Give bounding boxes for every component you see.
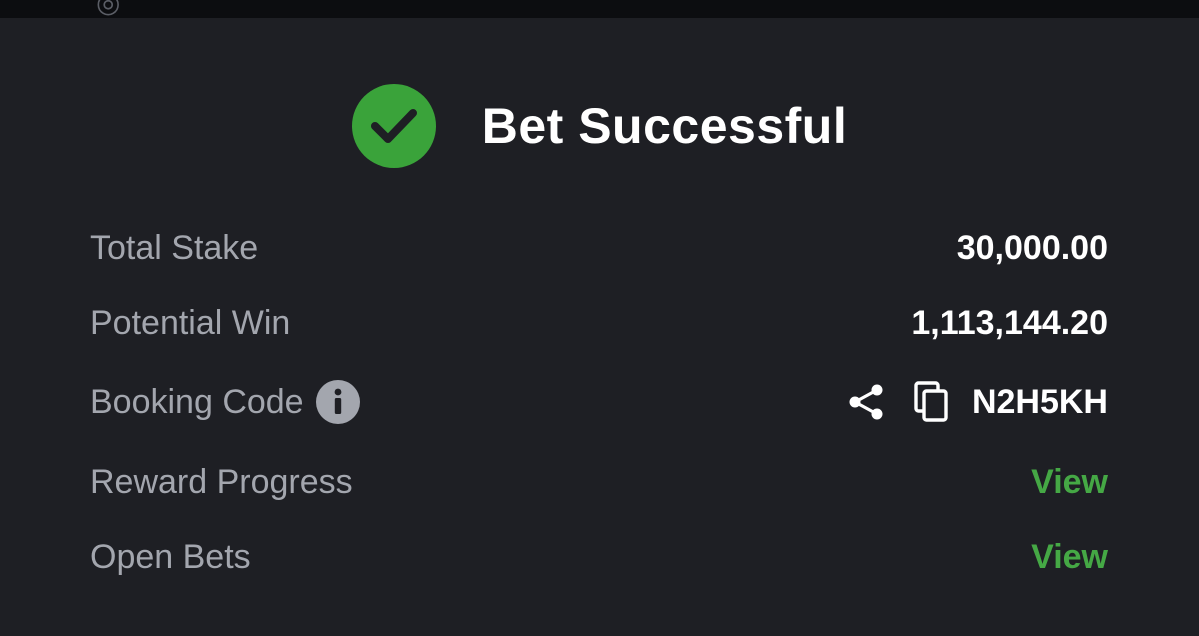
open-bets-row: Open Bets View	[90, 531, 1108, 583]
total-stake-value: 30,000.00	[956, 228, 1108, 267]
total-stake-label: Total Stake	[90, 228, 259, 267]
reward-progress-row: Reward Progress View	[90, 456, 1108, 508]
total-stake-row: Total Stake 30,000.00	[90, 222, 1108, 274]
potential-win-label: Potential Win	[90, 303, 291, 342]
info-icon[interactable]	[315, 380, 360, 424]
booking-code-value[interactable]: N2H5KH	[972, 383, 1108, 422]
booking-code-row: Booking Code N2H5KH	[90, 376, 1108, 428]
share-icon[interactable]	[846, 382, 886, 422]
previous-content-strip: ◎	[0, 0, 1199, 18]
booking-code-label: Booking Code	[90, 382, 304, 421]
check-circle-icon	[351, 84, 436, 168]
reward-progress-view-link[interactable]: View	[1031, 463, 1108, 502]
success-header: Bet Successful	[0, 84, 1199, 168]
page-title: Bet Successful	[481, 98, 848, 154]
bet-success-panel: Bet Successful Total Stake 30,000.00 Pot…	[0, 18, 1199, 636]
open-bets-label: Open Bets	[90, 537, 251, 576]
cut-off-text-left: ◎	[96, 0, 127, 18]
copy-icon[interactable]	[912, 381, 952, 423]
potential-win-value: 1,113,144.20	[911, 303, 1108, 342]
booking-code-label-group: Booking Code	[90, 380, 360, 424]
booking-code-value-group: N2H5KH	[846, 381, 1108, 423]
open-bets-view-link[interactable]: View	[1031, 538, 1108, 577]
reward-progress-label: Reward Progress	[90, 462, 353, 501]
potential-win-row: Potential Win 1,113,144.20	[90, 297, 1108, 349]
